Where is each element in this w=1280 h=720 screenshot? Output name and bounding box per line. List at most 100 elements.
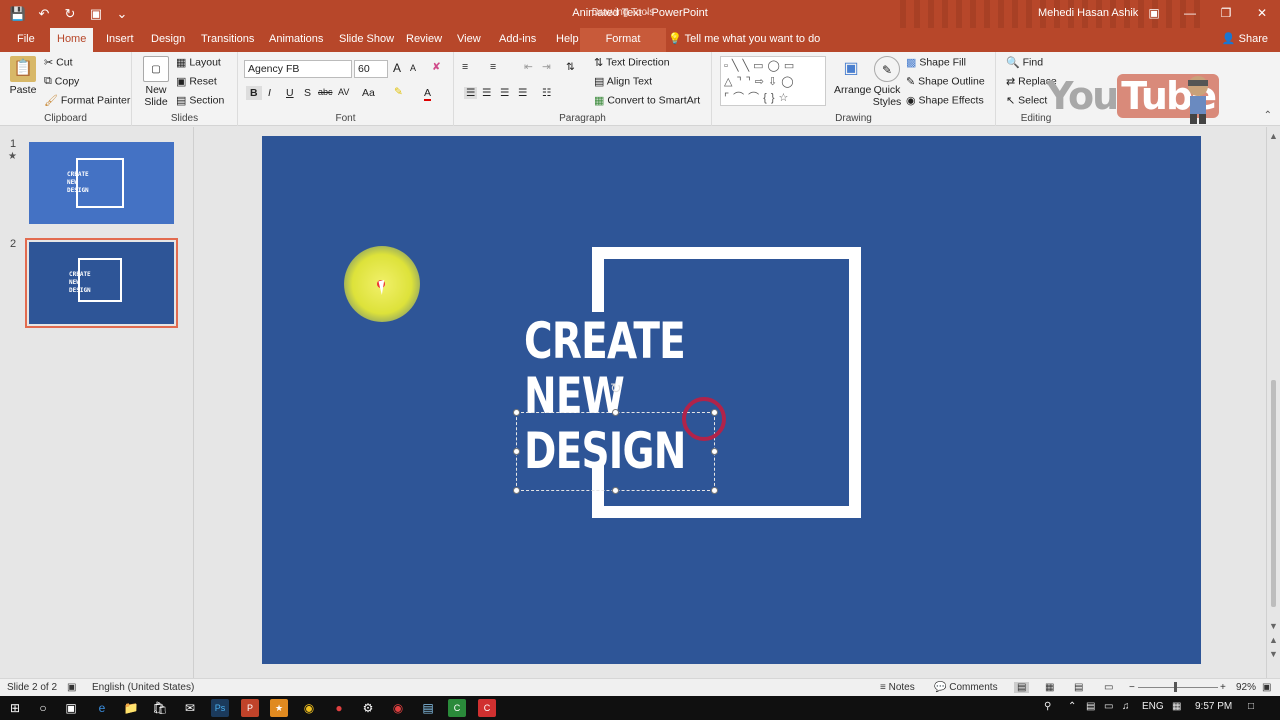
cut-button[interactable]: ✂ Cut [44, 56, 72, 69]
settings-icon[interactable]: ⚙ [359, 699, 377, 717]
align-left-icon[interactable]: ☰ [464, 87, 478, 99]
tab-design[interactable]: Design [144, 28, 192, 52]
font-size-box[interactable]: 60 [354, 60, 388, 78]
zoom-in-icon[interactable]: + [1220, 682, 1226, 693]
font-color-button[interactable]: A [424, 87, 432, 101]
vertical-scrollbar[interactable]: ▲ ▼ ▲ ▼ [1266, 127, 1280, 678]
clock[interactable]: 9:57 PM [1195, 701, 1232, 712]
scrollbar-thumb[interactable] [1271, 380, 1276, 607]
find-button[interactable]: 🔍 Find [1006, 56, 1043, 69]
slideshow-icon[interactable]: ▭ [1104, 682, 1113, 693]
resize-handle[interactable] [513, 409, 520, 416]
shape-effects-button[interactable]: ◉ Shape Effects [906, 94, 984, 107]
illustrator-icon[interactable]: ★ [270, 699, 288, 717]
reset-button[interactable]: ▣ Reset [176, 75, 217, 88]
section-button[interactable]: ▤ Section [176, 94, 224, 107]
slide-sorter-icon[interactable]: ▦ [1045, 682, 1054, 693]
zoom-slider-knob[interactable] [1174, 682, 1177, 692]
restore-icon[interactable]: ❐ [1208, 0, 1244, 26]
line-spacing-icon[interactable]: ⇅ [566, 61, 575, 73]
tray-app-icon[interactable]: ▦ [1172, 701, 1181, 712]
copy-button[interactable]: ⧉ Copy [44, 75, 79, 88]
text-direction-button[interactable]: ⇅ Text Direction [594, 56, 670, 69]
taskview-icon[interactable]: ▣ [62, 699, 80, 717]
font-family-box[interactable]: Agency FB [244, 60, 352, 78]
powerpoint-icon[interactable]: P [241, 699, 259, 717]
tab-home[interactable]: Home [50, 28, 94, 52]
underline-button[interactable]: U [286, 87, 294, 99]
decrease-indent-icon[interactable]: ⇤ [524, 61, 533, 73]
paste-button[interactable]: 📋 Paste [8, 56, 38, 96]
notes-button[interactable]: ≡ Notes [880, 682, 915, 693]
language-indicator[interactable]: English (United States) [92, 682, 194, 693]
notifications-icon[interactable]: □ [1248, 701, 1254, 712]
rotate-handle-icon[interactable]: ↻ [610, 380, 622, 397]
explorer-icon[interactable]: 📁 [122, 699, 140, 717]
slide-thumbnail-1[interactable]: CREATE NEW DESIGN [29, 142, 174, 224]
bold-button[interactable]: B [246, 86, 262, 100]
change-case-button[interactable]: Aa [362, 87, 375, 99]
user-name[interactable]: Mehedi Hasan Ashik [1038, 7, 1138, 19]
tab-slide-show[interactable]: Slide Show [332, 28, 401, 52]
scroll-up-icon[interactable]: ▲ [1269, 131, 1278, 141]
spelling-icon[interactable]: ▣ [67, 682, 76, 693]
shape-fill-button[interactable]: ▩ Shape Fill [906, 56, 966, 69]
bullets-icon[interactable]: ≡ [462, 61, 468, 73]
tab-insert[interactable]: Insert [99, 28, 141, 52]
start-icon[interactable]: ⊞ [6, 699, 24, 717]
resize-handle[interactable] [612, 487, 619, 494]
next-slide-icon[interactable]: ▼ [1269, 649, 1278, 659]
zoom-out-icon[interactable]: − [1129, 682, 1135, 693]
keyboard-language[interactable]: ENG [1142, 701, 1164, 712]
notepad-icon[interactable]: ▤ [419, 699, 437, 717]
slide[interactable]: CREATE NEW DESIGN ↻ [262, 136, 1201, 664]
resize-handle[interactable] [513, 448, 520, 455]
ribbon-display-icon[interactable]: ▣ [1136, 0, 1172, 26]
tab-add-ins[interactable]: Add-ins [492, 28, 543, 52]
tab-file[interactable]: File [10, 28, 42, 52]
align-right-icon[interactable]: ☰ [500, 87, 509, 99]
shrink-font-button[interactable]: A [410, 63, 416, 73]
justify-icon[interactable]: ☰ [518, 87, 527, 99]
tab-format[interactable]: Format [580, 28, 666, 52]
comments-button[interactable]: 💬 Comments [934, 682, 998, 693]
camtasia-icon[interactable]: C [448, 699, 466, 717]
tell-me-box[interactable]: 💡 Tell me what you want to do [668, 28, 820, 50]
close-icon[interactable]: ✕ [1244, 0, 1280, 26]
edge-icon[interactable]: e [93, 699, 111, 717]
volume-icon[interactable]: ♫ [1122, 701, 1130, 712]
normal-view-icon[interactable]: ▤ [1014, 682, 1030, 693]
slide-thumbnail-2[interactable]: CREATE NEW DESIGN [25, 238, 178, 328]
people-icon[interactable]: ⚲ [1044, 701, 1051, 712]
zoom-level[interactable]: 92% [1236, 682, 1256, 693]
increase-indent-icon[interactable]: ⇥ [542, 61, 551, 73]
columns-icon[interactable]: ☷ [542, 87, 551, 99]
highlight-icon[interactable]: ✎ [394, 86, 403, 98]
resize-handle[interactable] [711, 487, 718, 494]
arrange-button[interactable]: ▣ Arrange [834, 56, 871, 96]
share-button[interactable]: 👤 Share [1222, 28, 1268, 50]
select-button[interactable]: ↖ Select [1006, 94, 1047, 107]
resize-handle[interactable] [612, 409, 619, 416]
smartart-button[interactable]: ▦ Convert to SmartArt [594, 94, 700, 107]
resize-handle[interactable] [711, 448, 718, 455]
fit-slide-icon[interactable]: ▣ [1262, 682, 1271, 693]
reading-view-icon[interactable]: ▤ [1074, 682, 1083, 693]
numbering-icon[interactable]: ≡ [490, 61, 496, 73]
align-text-button[interactable]: ▤ Align Text [594, 75, 652, 88]
resize-handle[interactable] [513, 487, 520, 494]
shape-outline-button[interactable]: ✎ Shape Outline [906, 75, 985, 88]
tab-view[interactable]: View [450, 28, 488, 52]
minimize-icon[interactable]: — [1172, 0, 1208, 26]
chrome-icon[interactable]: ◉ [300, 699, 318, 717]
layout-button[interactable]: ▦ Layout [176, 56, 221, 69]
char-spacing-button[interactable]: AV [338, 87, 349, 97]
network-icon[interactable]: ▤ [1086, 701, 1095, 712]
tab-transitions[interactable]: Transitions [194, 28, 261, 52]
italic-button[interactable]: I [268, 87, 271, 99]
collapse-ribbon-icon[interactable]: ⌃ [1264, 110, 1272, 121]
tab-animations[interactable]: Animations [262, 28, 330, 52]
app-icon[interactable]: ◉ [389, 699, 407, 717]
zoom-slider[interactable] [1138, 687, 1218, 688]
photoshop-icon[interactable]: Ps [211, 699, 229, 717]
